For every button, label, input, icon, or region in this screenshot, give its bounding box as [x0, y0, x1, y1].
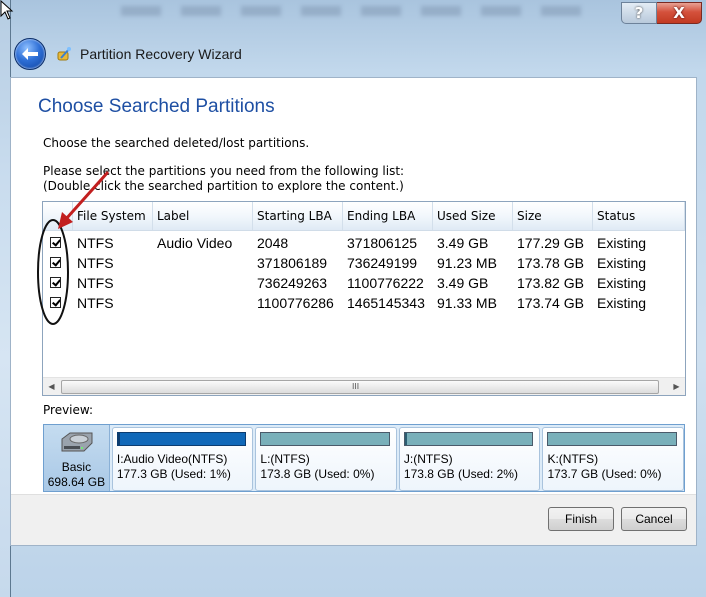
intro-text: Choose the searched deleted/lost partiti…	[43, 136, 310, 150]
partition-detail: 173.8 GB (Used: 2%)	[403, 467, 518, 481]
preview-label: Preview:	[43, 403, 94, 417]
help-icon: ?	[634, 4, 644, 22]
arrow-left-icon	[22, 48, 38, 60]
row-checkbox[interactable]	[50, 277, 61, 288]
page-title: Choose Searched Partitions	[38, 96, 275, 117]
partition-name: I:Audio Video(NTFS)	[116, 452, 228, 466]
cell-size: 177.29 GB	[517, 235, 584, 251]
partition-used-fill	[404, 433, 408, 445]
partition-usage-bar	[547, 432, 677, 446]
column-header-size[interactable]: Size	[513, 202, 593, 230]
table-row[interactable]: NTFS 736249263 1100776222 3.49 GB 173.82…	[43, 273, 685, 293]
cell-size: 173.78 GB	[517, 255, 584, 271]
partition-usage-bar	[403, 432, 534, 446]
partition-detail: 177.3 GB (Used: 1%)	[116, 467, 231, 481]
help-button[interactable]: ?	[621, 2, 657, 24]
cell-status: Existing	[597, 275, 647, 291]
row-checkbox[interactable]	[50, 297, 61, 308]
partition-usage-bar	[116, 432, 247, 446]
disk-size: 698.64 GB	[47, 475, 106, 489]
wizard-wand-icon	[57, 47, 71, 61]
cell-used-size: 91.33 MB	[437, 295, 497, 311]
cell-starting-lba: 1100776286	[257, 295, 334, 311]
cell-size: 173.74 GB	[517, 295, 584, 311]
partition-usage-bar	[260, 432, 390, 446]
cell-file-system: NTFS	[77, 235, 114, 251]
scroll-right-icon[interactable]: ▶	[668, 378, 685, 395]
scroll-grip-icon: III	[352, 382, 360, 391]
cancel-button[interactable]: Cancel	[621, 507, 687, 531]
cell-file-system: NTFS	[77, 255, 114, 271]
close-icon: X	[673, 4, 685, 22]
cell-ending-lba: 371806125	[347, 235, 418, 251]
cell-ending-lba: 1100776222	[347, 275, 424, 291]
partition-name: K:(NTFS)	[547, 452, 599, 466]
table-row[interactable]: NTFS 371806189 736249199 91.23 MB 173.78…	[43, 253, 685, 273]
cell-label: Audio Video	[157, 235, 233, 251]
column-header-status[interactable]: Status	[593, 202, 685, 230]
partition-block[interactable]: J:(NTFS) 173.8 GB (Used: 2%)	[398, 427, 541, 491]
column-header-used-size[interactable]: Used Size	[433, 202, 513, 230]
cell-starting-lba: 736249263	[257, 275, 328, 291]
row-checkbox-cell	[43, 273, 73, 293]
column-header-ending-lba[interactable]: Ending LBA	[343, 202, 433, 230]
disk-block[interactable]: Basic 698.64 GB	[44, 425, 110, 491]
disk-preview: Basic 698.64 GB I:Audio Video(NTFS) 177.…	[43, 424, 685, 492]
cell-ending-lba: 736249199	[347, 255, 418, 271]
button-bar: Finish Cancel	[11, 494, 696, 545]
window-title: Partition Recovery Wizard	[80, 46, 242, 62]
horizontal-scrollbar[interactable]: ◀ III ▶	[43, 377, 685, 395]
partition-block[interactable]: I:Audio Video(NTFS) 177.3 GB (Used: 1%)	[111, 427, 254, 491]
column-header-label[interactable]: Label	[153, 202, 253, 230]
finish-button[interactable]: Finish	[548, 507, 614, 531]
table-header: File System Label Starting LBA Ending LB…	[43, 202, 685, 231]
cell-status: Existing	[597, 255, 647, 271]
row-checkbox[interactable]	[50, 257, 61, 268]
instructions-line-1: Please select the partitions you need fr…	[43, 164, 405, 178]
caption-buttons: ? X	[621, 2, 702, 24]
wizard-content: Choose Searched Partitions Choose the se…	[10, 77, 697, 546]
row-checkbox-cell	[43, 293, 73, 313]
column-header-check[interactable]	[43, 202, 73, 230]
cell-file-system: NTFS	[77, 295, 114, 311]
partition-block[interactable]: L:(NTFS) 173.8 GB (Used: 0%)	[255, 427, 397, 491]
close-button[interactable]: X	[657, 2, 702, 24]
column-header-file-system[interactable]: File System	[73, 202, 153, 230]
partition-name: J:(NTFS)	[403, 452, 453, 466]
instructions-text: Please select the partitions you need fr…	[43, 164, 404, 194]
mouse-cursor-icon	[0, 0, 14, 20]
partition-name: L:(NTFS)	[260, 452, 310, 466]
cell-label	[153, 293, 253, 313]
partition-table: File System Label Starting LBA Ending LB…	[42, 201, 686, 396]
partition-detail: 173.7 GB (Used: 0%)	[547, 467, 662, 481]
back-button[interactable]	[14, 38, 46, 70]
cell-used-size: 3.49 GB	[437, 235, 489, 251]
cell-file-system: NTFS	[77, 275, 114, 291]
table-row[interactable]: NTFS Audio Video 2048 371806125 3.49 GB …	[43, 233, 685, 253]
cell-used-size: 3.49 GB	[437, 275, 489, 291]
column-header-starting-lba[interactable]: Starting LBA	[253, 202, 343, 230]
table-row[interactable]: NTFS 1100776286 1465145343 91.33 MB 173.…	[43, 293, 685, 313]
background-blur	[121, 6, 601, 16]
instructions-line-2: (Double click the searched partition to …	[43, 179, 404, 193]
hard-disk-icon	[61, 432, 93, 452]
cell-label	[153, 273, 253, 293]
disk-type: Basic	[61, 460, 92, 474]
cell-status: Existing	[597, 295, 647, 311]
row-checkbox[interactable]	[50, 237, 61, 248]
cell-starting-lba: 371806189	[257, 255, 328, 271]
row-checkbox-cell	[43, 233, 73, 253]
cell-status: Existing	[597, 235, 647, 251]
scroll-left-icon[interactable]: ◀	[43, 378, 60, 395]
scroll-thumb[interactable]: III	[61, 380, 659, 394]
cell-starting-lba: 2048	[257, 235, 289, 251]
row-checkbox-cell	[43, 253, 73, 273]
partition-block[interactable]: K:(NTFS) 173.7 GB (Used: 0%)	[542, 427, 684, 491]
cell-size: 173.82 GB	[517, 275, 584, 291]
cell-ending-lba: 1465145343	[347, 295, 425, 311]
partition-detail: 173.8 GB (Used: 0%)	[260, 467, 375, 481]
cell-label	[153, 253, 253, 273]
cell-used-size: 91.23 MB	[437, 255, 497, 271]
partition-used-fill	[117, 433, 121, 445]
